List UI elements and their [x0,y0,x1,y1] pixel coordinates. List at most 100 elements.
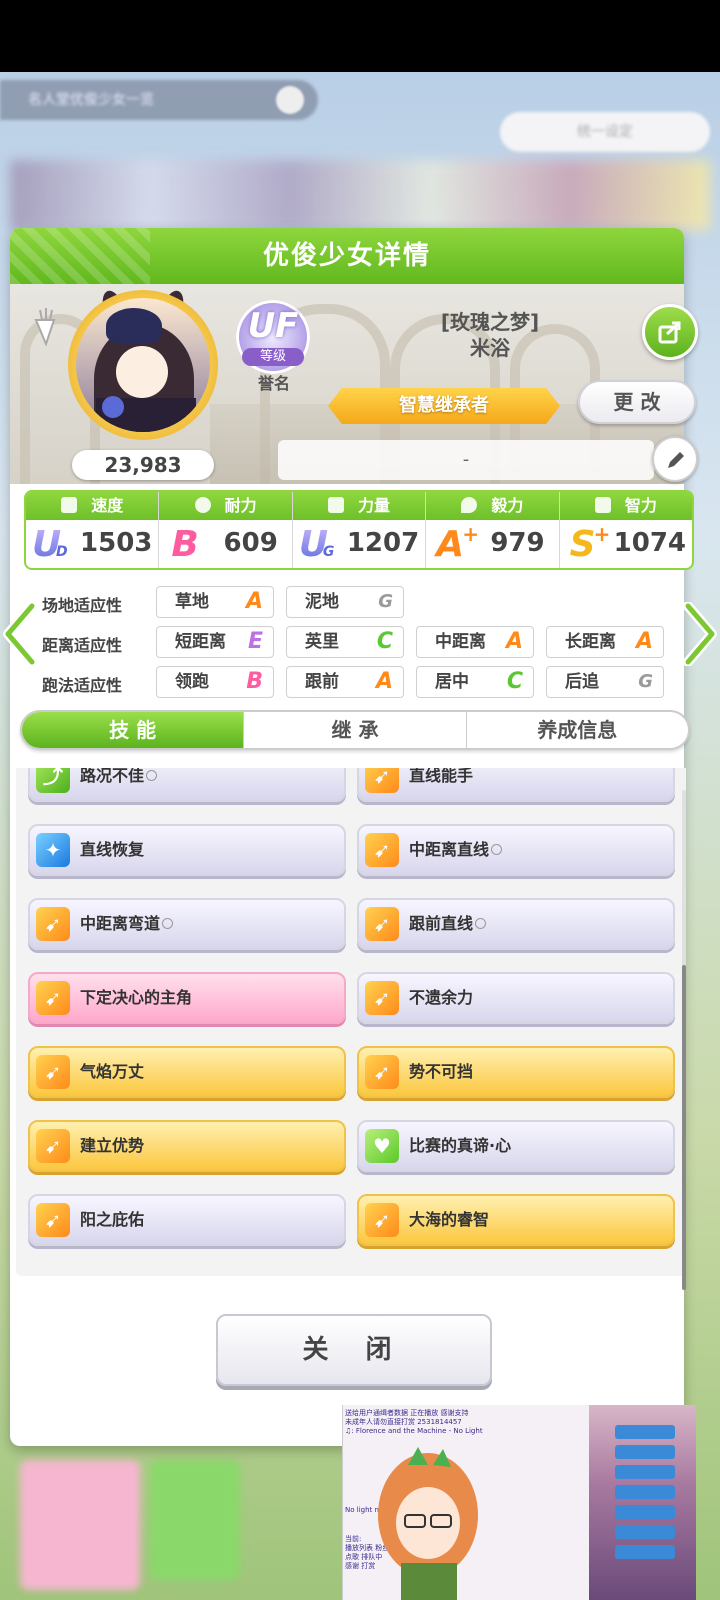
stat-speed: 速度 U D 1503 [26,492,160,568]
stat-value: 1074 [613,528,687,558]
close-button[interactable]: 关 闭 [216,1314,492,1386]
graduation-cap-icon [594,497,611,513]
strategy-aptitude-row: 跑法适应性 领跑 B 跟前 A 居中 C 后追 G [20,664,680,704]
background-character-strip [10,160,710,230]
app-root: 名人堂优俊少女一览 统一设定 优俊少女详情 23,983 UF 等级 誉名 [玫… [0,0,720,1600]
stat-grade-sub: G [322,544,335,560]
skill-icon: ➹ [36,1055,70,1089]
skill-item[interactable]: ➹ 阳之庇佑 [28,1194,346,1246]
share-button[interactable] [642,304,698,360]
streamer-avatar [378,1447,478,1600]
stat-stamina: 耐力 B 609 [159,492,293,568]
circle-icon [475,918,487,929]
distance-aptitude-row: 距离适应性 短距离 E 英里 C 中距离 A 长距离 A [20,624,680,664]
aptitude-cell: 领跑 B [156,666,274,698]
skill-icon: ➹ [36,1129,70,1163]
background-search-bar: 名人堂优俊少女一览 [0,80,318,120]
skill-item[interactable]: ➹ 中距离直线 [357,824,675,876]
rank-level-label: 等级 [242,348,304,366]
background-bottom-menu [10,1450,370,1590]
edit-nickname-button[interactable] [652,436,698,482]
stat-label: 毅力 [491,496,524,515]
heart-icon [194,497,211,513]
tab-training-info[interactable]: 养成信息 [467,712,688,748]
skill-icon: ➹ [365,833,399,867]
honor-title-banner: 智慧继承者 [328,388,560,424]
background-settings-button: 统一设定 [500,112,710,152]
shoe-icon [61,497,78,513]
skill-item[interactable]: ➹ 直线能手 [357,768,675,802]
aptitude-label: 场地适应性 [42,596,123,615]
skill-icon: ➹ [365,768,399,793]
skill-icon: ➹ [365,907,399,941]
aptitude-cell: 中距离 A [416,626,534,658]
skill-item[interactable]: ➹ 中距离弯道 [28,898,346,950]
fan-count: 23,983 [72,450,214,480]
character-name: 米浴 [470,336,510,360]
skill-icon: ➹ [365,981,399,1015]
skill-item[interactable]: ⤴ 路况不佳 [28,768,346,802]
skill-list[interactable]: ⤴ 路况不佳 ➹ 直线能手 ✦ 直线恢复 ➹ 中距离直线 ➹ 中距离弯道 ➹ 跟前直线 ➹ 下… [16,768,686,1276]
stat-label: 力量 [358,496,391,515]
dialog-title: 优俊少女详情 [10,228,684,284]
skill-item[interactable]: ♥ 比赛的真谛·心 [357,1120,675,1172]
skill-icon: ⤴ [36,768,70,793]
next-arrow-icon[interactable] [682,602,718,666]
nickname-field: - [278,440,654,480]
skill-icon: ➹ [36,907,70,941]
stats-table: 速度 U D 1503 耐力 B 609 力量 U G 1207 毅力 A + … [24,490,694,570]
circle-icon [491,844,503,855]
skill-item[interactable]: ➹ 大海的睿智 [357,1194,675,1246]
stat-label: 耐力 [224,496,257,515]
stat-value: 1503 [80,528,153,558]
stat-label: 智力 [624,496,657,515]
skill-item[interactable]: ➹ 不遗余力 [357,972,675,1024]
stat-grade-sub: + [593,522,611,546]
aptitude-cell: 长距离 A [546,626,664,658]
tab-inheritance[interactable]: 继 承 [244,712,467,748]
skill-icon: ➹ [36,981,70,1015]
stream-overlay: 送给用户通缉者数据 正在播放 感谢支持 未成年人请勿直接打赏 253181445… [342,1405,696,1600]
skill-icon: ➹ [36,1203,70,1237]
stat-grade-sub: + [462,522,479,546]
skill-item[interactable]: ✦ 直线恢复 [28,824,346,876]
skill-item[interactable]: ➹ 跟前直线 [357,898,675,950]
detail-dialog: 优俊少女详情 23,983 UF 等级 誉名 [玫瑰之梦] 米浴 智慧继承者 更… [10,228,698,1446]
rank-badge: UF 等级 [236,300,310,374]
character-avatar[interactable] [68,290,218,440]
overlay-viewer-list [615,1425,675,1565]
aptitude-cell: 草地 A [156,586,274,618]
stat-grade: A [436,524,465,565]
change-title-button[interactable]: 更 改 [578,380,696,424]
skill-item[interactable]: ➹ 建立优势 [28,1120,346,1172]
stat-grade: B [171,524,199,565]
skill-item[interactable]: ➹ 气焰万丈 [28,1046,346,1098]
prev-arrow-icon[interactable] [2,602,38,666]
stat-grade: S [569,524,596,565]
flame-icon [461,497,478,513]
aptitude-label: 跑法适应性 [42,676,123,695]
aptitude-cell: 跟前 A [286,666,404,698]
stat-power: 力量 U G 1207 [292,492,427,568]
carrot-icon [34,308,56,346]
stat-grade-sub: D [56,544,68,560]
track-aptitude-row: 场地适应性 草地 A 泥地 G [20,584,680,624]
circle-icon [162,918,174,929]
share-icon [658,321,681,344]
rank-grade: UF [247,306,299,346]
aptitude-cell: 泥地 G [286,586,404,618]
skill-item[interactable]: ➹ 下定决心的主角 [28,972,346,1024]
background-search-icon [276,86,304,114]
stat-value: 609 [223,528,278,558]
tab-skills[interactable]: 技 能 [22,712,245,748]
honor-label: 誉名 [257,374,290,393]
aptitude-cell: 居中 C [416,666,534,698]
skill-icon: ✦ [36,833,70,867]
skill-icon: ➹ [365,1055,399,1089]
stat-value: 979 [490,528,545,558]
status-bar [0,0,720,72]
stat-wisdom: 智力 S + 1074 [559,492,692,568]
pencil-icon [668,452,684,468]
skill-item[interactable]: ➹ 势不可挡 [357,1046,675,1098]
skill-scrollbar[interactable] [682,965,686,1290]
